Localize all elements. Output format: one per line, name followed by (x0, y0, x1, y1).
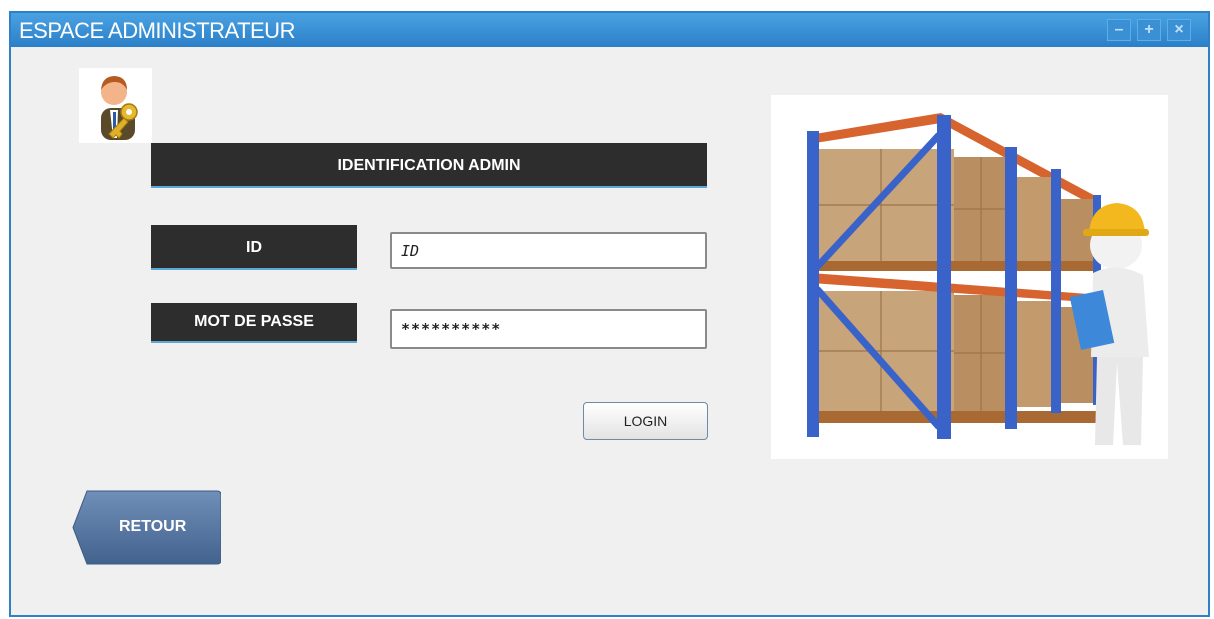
id-field[interactable] (390, 232, 707, 269)
warehouse-illustration (771, 95, 1168, 459)
title-bar[interactable]: ESPACE ADMINISTRATEUR – + × (11, 13, 1208, 47)
login-button[interactable]: LOGIN (583, 402, 708, 440)
maximize-icon[interactable]: + (1137, 19, 1161, 41)
minimize-icon[interactable]: – (1107, 19, 1131, 41)
identification-heading: IDENTIFICATION ADMIN (151, 143, 707, 188)
close-icon[interactable]: × (1167, 19, 1191, 41)
admin-window: ESPACE ADMINISTRATEUR – + × IDENTIFICATI… (9, 11, 1210, 617)
id-label: ID (151, 225, 357, 270)
window-title: ESPACE ADMINISTRATEUR (19, 18, 295, 43)
password-label: MOT DE PASSE (151, 303, 357, 343)
retour-label: RETOUR (119, 518, 187, 535)
password-field[interactable] (390, 309, 707, 349)
admin-key-icon (79, 68, 152, 143)
